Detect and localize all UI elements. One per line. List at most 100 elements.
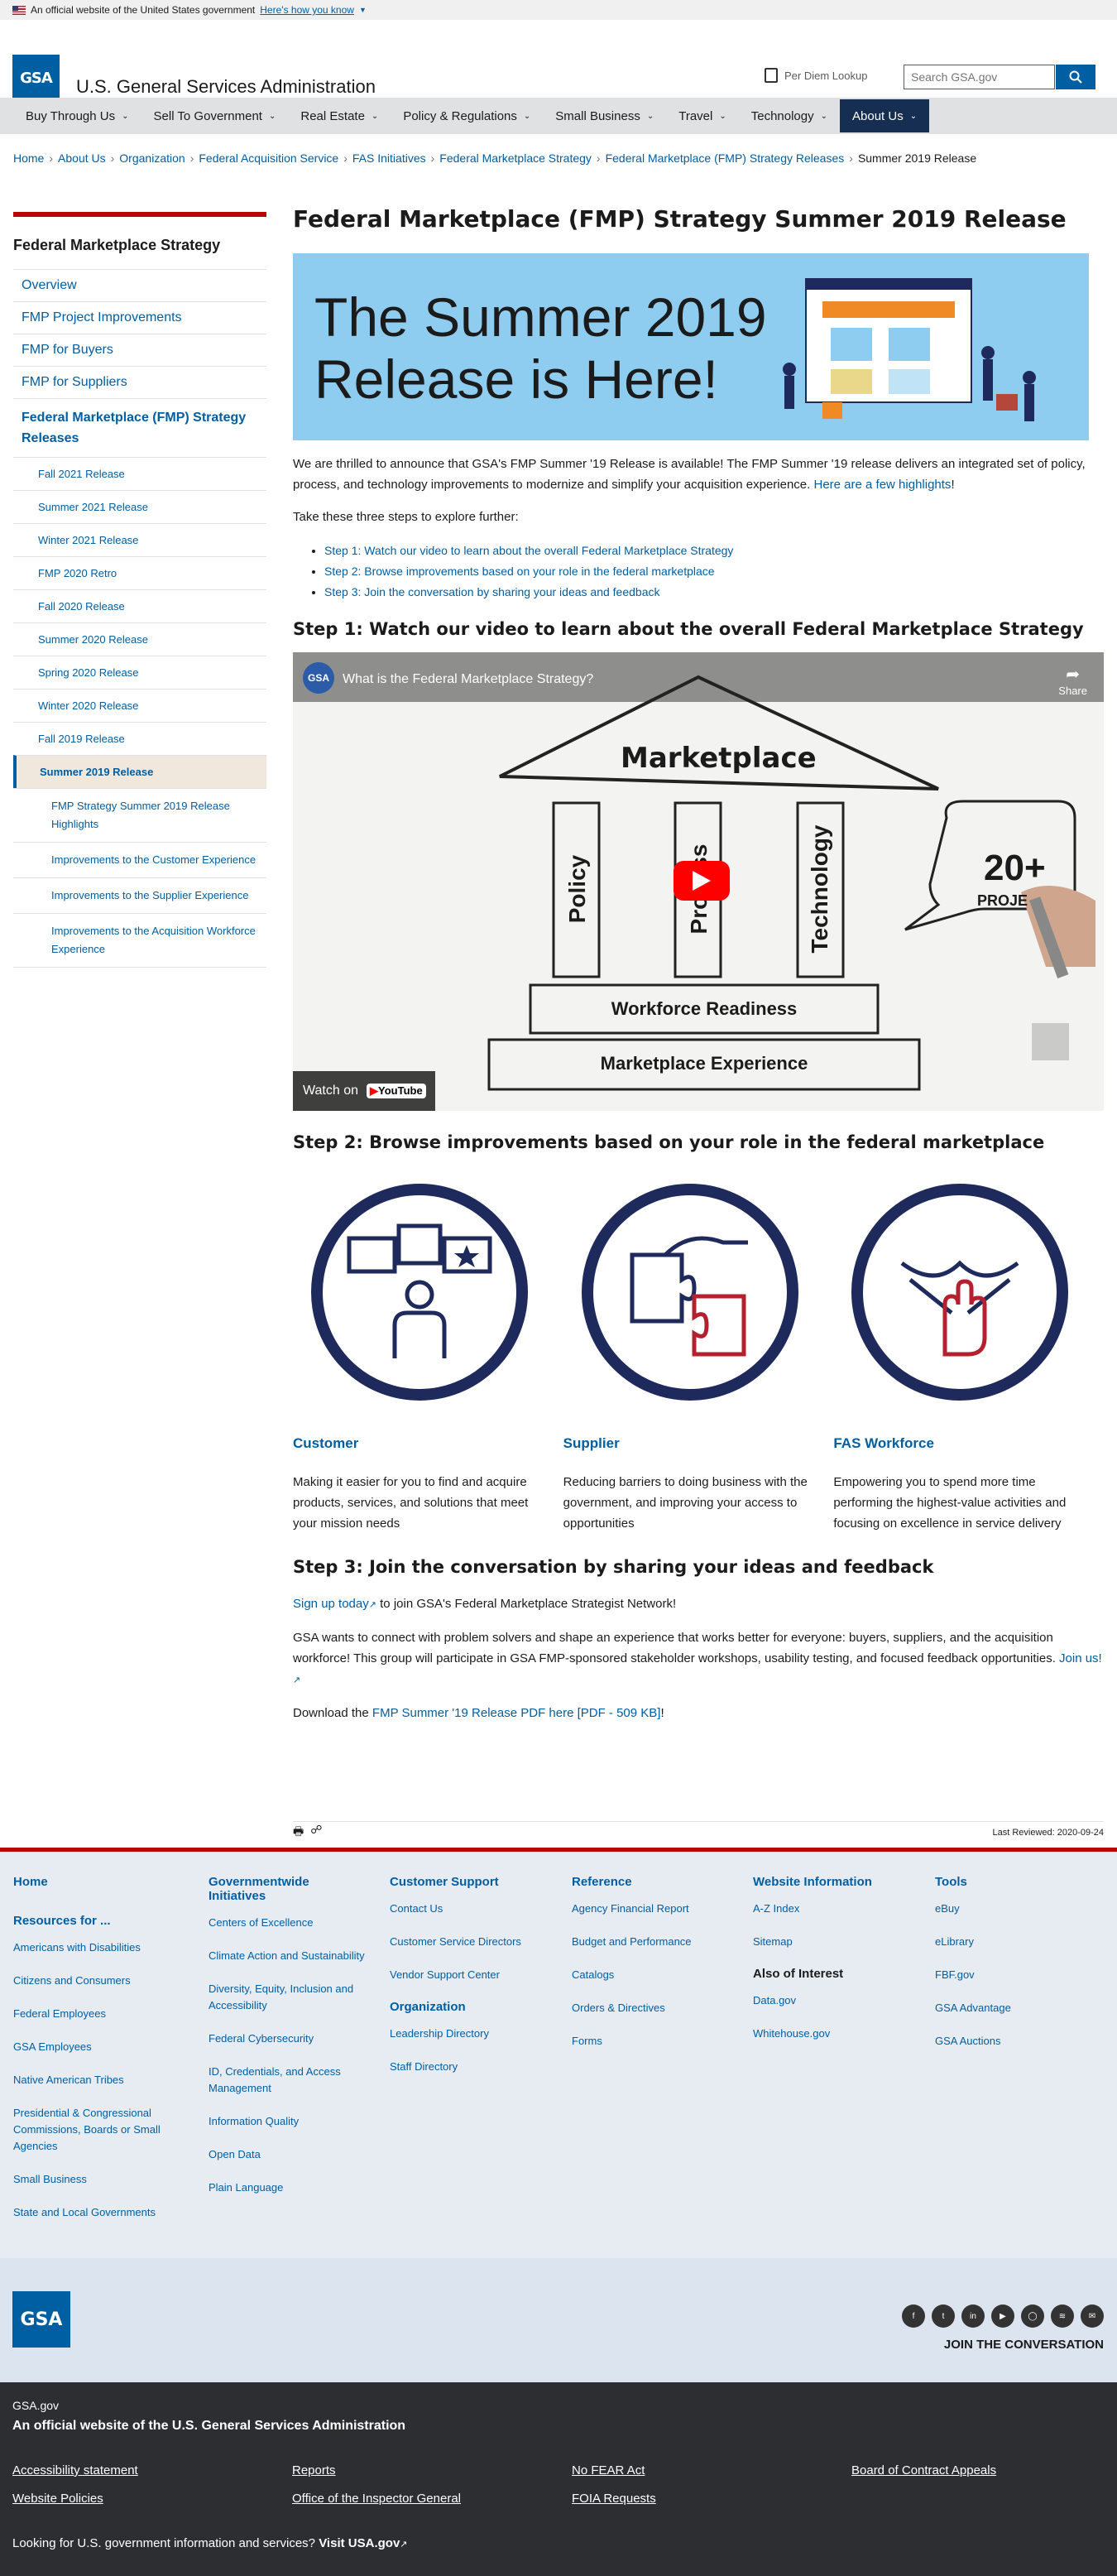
nav-sell-to-government[interactable]: Sell To Government ⌄ [141, 99, 289, 132]
sidebar-item-suppliers[interactable]: FMP for Suppliers [13, 366, 266, 398]
step1-link[interactable]: Step 1: Watch our video to learn about t… [324, 544, 733, 557]
footer-link[interactable]: Forms [572, 2033, 737, 2050]
chevron-down-icon[interactable]: ▼ [359, 6, 367, 14]
footer-link[interactable]: Small Business [13, 2171, 179, 2188]
sidebar-release[interactable]: Spring 2020 Release [13, 656, 266, 689]
hands-teamwork-icon[interactable] [851, 1184, 1069, 1401]
per-diem-lookup-link[interactable]: Per Diem Lookup [765, 68, 867, 83]
sidebar-item-releases[interactable]: Federal Marketplace (FMP) Strategy Relea… [13, 398, 266, 457]
footer-link[interactable]: Diversity, Equity, Inclusion and Accessi… [209, 1981, 366, 2014]
nav-buy-through-us[interactable]: Buy Through Us ⌄ [13, 99, 141, 132]
rss-icon[interactable]: ≋ [1051, 2304, 1074, 2328]
visit-usa-gov-link[interactable]: Visit USA.gov [319, 2536, 400, 2550]
footer-link[interactable]: FOIA Requests [572, 2492, 656, 2506]
sign-up-link[interactable]: Sign up today [293, 1597, 369, 1611]
footer-link[interactable]: Centers of Excellence [209, 1915, 366, 1931]
footer-link[interactable]: Information Quality [209, 2113, 366, 2130]
breadcrumb-link[interactable]: FAS Initiatives [352, 151, 426, 165]
footer-link[interactable]: Accessibility statement [12, 2463, 138, 2477]
puzzle-handshake-icon[interactable] [581, 1184, 798, 1401]
footer-link[interactable]: Plain Language [209, 2180, 366, 2196]
footer-link[interactable]: Open Data [209, 2146, 366, 2163]
footer-link[interactable]: Leadership Directory [390, 2026, 555, 2042]
sidebar-release[interactable]: Winter 2020 Release [13, 689, 266, 722]
footer-link[interactable]: Native American Tribes [13, 2072, 179, 2088]
footer-link[interactable]: Website Policies [12, 2492, 103, 2506]
nav-about-us[interactable]: About Us ⌄ [840, 99, 930, 132]
footer-link[interactable]: eBuy [935, 1901, 1100, 1917]
watch-on-youtube-button[interactable]: Watch on ▶YouTube [293, 1071, 435, 1111]
footer-link[interactable]: Orders & Directives [572, 2000, 737, 2016]
sidebar-subitem[interactable]: FMP Strategy Summer 2019 Release Highlig… [13, 788, 266, 842]
footer-link[interactable]: No FEAR Act [572, 2463, 645, 2477]
sidebar-item-buyers[interactable]: FMP for Buyers [13, 334, 266, 366]
fas-workforce-link[interactable]: FAS Workforce [833, 1435, 1104, 1452]
heres-how-you-know-link[interactable]: Here's how you know [260, 4, 354, 16]
footer-link[interactable]: GSA Auctions [935, 2033, 1100, 2050]
footer-link[interactable]: Customer Service Directors [390, 1934, 555, 1950]
breadcrumb-link[interactable]: Federal Acquisition Service [199, 151, 338, 165]
footer-link[interactable]: Data.gov [753, 1992, 918, 2009]
footer-link[interactable]: Staff Directory [390, 2059, 555, 2075]
gsa-logo[interactable]: GSA [12, 55, 60, 101]
nav-policy-regulations[interactable]: Policy & Regulations ⌄ [391, 99, 543, 132]
twitter-icon[interactable]: t [932, 2304, 955, 2328]
footer-link[interactable]: A-Z Index [753, 1901, 918, 1917]
nav-technology[interactable]: Technology ⌄ [739, 99, 840, 132]
footer-gsa-logo[interactable]: GSA [12, 2291, 70, 2348]
sidebar-release[interactable]: Summer 2021 Release [13, 490, 266, 523]
breadcrumb-link[interactable]: Home [13, 151, 44, 165]
sidebar-release[interactable]: Fall 2021 Release [13, 457, 266, 490]
sidebar-item-project-improvements[interactable]: FMP Project Improvements [13, 301, 266, 334]
footer-link[interactable]: FBF.gov [935, 1967, 1100, 1983]
footer-link[interactable]: Vendor Support Center [390, 1967, 555, 1983]
footer-link[interactable]: eLibrary [935, 1934, 1100, 1950]
sidebar-item-overview[interactable]: Overview [13, 269, 266, 301]
sidebar-subitem[interactable]: Improvements to the Customer Experience [13, 842, 266, 877]
breadcrumb-link[interactable]: Federal Marketplace Strategy [439, 151, 592, 165]
pdf-download-link[interactable]: FMP Summer '19 Release PDF here [PDF - 5… [372, 1706, 661, 1720]
footer-link[interactable]: Agency Financial Report [572, 1901, 737, 1917]
facebook-icon[interactable]: f [902, 2304, 925, 2328]
footer-link[interactable]: Contact Us [390, 1901, 555, 1917]
sidebar-subitem[interactable]: Improvements to the Supplier Experience [13, 877, 266, 913]
footer-home-link[interactable]: Home [13, 1875, 179, 1889]
footer-link[interactable]: GSA Advantage [935, 2000, 1100, 2016]
nav-real-estate[interactable]: Real Estate ⌄ [288, 99, 391, 132]
print-icon[interactable]: 🖶 [293, 1823, 304, 1843]
step2-link[interactable]: Step 2: Browse improvements based on you… [324, 565, 715, 578]
nav-travel[interactable]: Travel ⌄ [666, 99, 739, 132]
sidebar-release[interactable]: Fall 2020 Release [13, 589, 266, 622]
footer-link[interactable]: Reports [292, 2463, 336, 2477]
instagram-icon[interactable]: ◯ [1021, 2304, 1044, 2328]
footer-link[interactable]: Budget and Performance [572, 1934, 737, 1950]
sidebar-subitem[interactable]: Improvements to the Acquisition Workforc… [13, 913, 266, 968]
footer-link[interactable]: Sitemap [753, 1934, 918, 1950]
footer-link[interactable]: Americans with Disabilities [13, 1939, 179, 1956]
search-button[interactable] [1056, 65, 1095, 89]
footer-link[interactable]: GSA Employees [13, 2039, 179, 2055]
footer-link[interactable]: Catalogs [572, 1967, 737, 1983]
sidebar-release[interactable]: Winter 2021 Release [13, 523, 266, 556]
email-icon[interactable]: ✉ [1081, 2304, 1104, 2328]
breadcrumb-link[interactable]: Organization [119, 151, 185, 165]
share-button[interactable]: ➦ Share [1058, 664, 1087, 697]
join-us-link[interactable]: Join us! [1059, 1651, 1102, 1665]
footer-link[interactable]: Office of the Inspector General [292, 2492, 461, 2506]
footer-link[interactable]: Whitehouse.gov [753, 2026, 918, 2042]
footer-link[interactable]: State and Local Governments [13, 2204, 179, 2221]
linkedin-icon[interactable]: in [961, 2304, 985, 2328]
footer-link[interactable]: Presidential & Congressional Commissions… [13, 2105, 179, 2155]
video-player[interactable]: Marketplace Policy Process Technology Wo… [293, 652, 1104, 1111]
customer-link[interactable]: Customer [293, 1435, 563, 1452]
share-icon[interactable]: ☍ [310, 1823, 322, 1843]
sidebar-release-current[interactable]: Summer 2019 Release [13, 755, 266, 788]
agency-name[interactable]: U.S. General Services Administration [76, 76, 376, 98]
channel-avatar[interactable]: GSA [303, 662, 334, 694]
footer-link[interactable]: Federal Employees [13, 2006, 179, 2022]
footer-link[interactable]: ID, Credentials, and Access Management [209, 2064, 366, 2097]
play-button[interactable] [674, 861, 730, 901]
youtube-icon[interactable]: ▶ [991, 2304, 1014, 2328]
highlights-link[interactable]: Here are a few highlights [814, 478, 952, 492]
breadcrumb-link[interactable]: About Us [58, 151, 106, 165]
